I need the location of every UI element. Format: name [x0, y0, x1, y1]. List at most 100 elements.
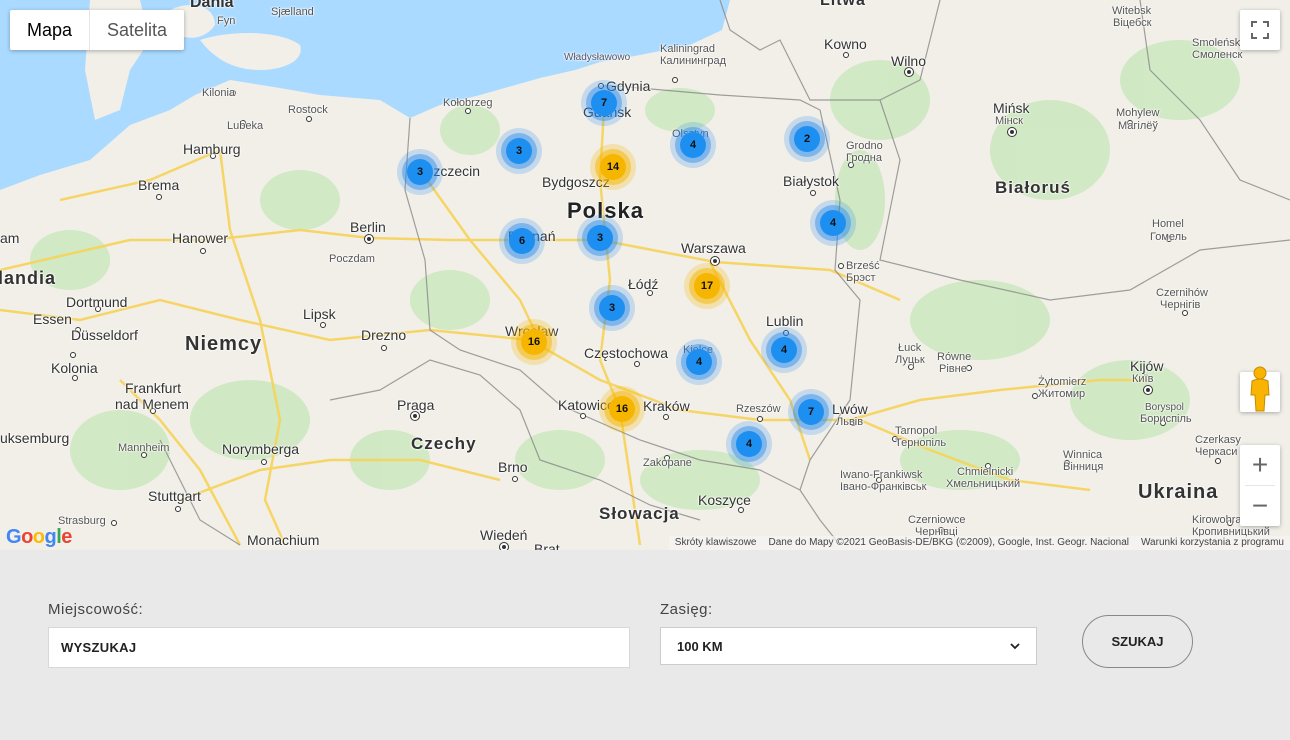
city-dot	[320, 322, 326, 328]
label-am: am	[0, 230, 20, 246]
city-dot	[200, 248, 206, 254]
label-lodz: Łódź	[628, 276, 659, 292]
label-kowno: Kowno	[824, 36, 867, 52]
label-praga: Praga	[397, 397, 435, 413]
zoom-out-button[interactable]: −	[1240, 486, 1280, 526]
label-chmielnicki-cy: Хмельницький	[946, 478, 1021, 490]
map-type-map-button[interactable]: Mapa	[10, 10, 89, 50]
street-view-button[interactable]	[1240, 366, 1280, 412]
label-czerkasy: Czerkasy	[1195, 434, 1241, 446]
label-warszawa: Warszawa	[681, 240, 746, 256]
search-button[interactable]: SZUKAJ	[1082, 615, 1193, 668]
label-grodno-cy: Гродна	[846, 152, 882, 164]
cluster-count: 6	[509, 228, 535, 254]
label-winnica-cy: Вінниця	[1063, 461, 1104, 473]
zoom-in-button[interactable]: +	[1240, 445, 1280, 485]
cluster-count: 4	[680, 132, 706, 158]
cluster-count: 4	[736, 431, 762, 457]
label-stuttgart: Stuttgart	[148, 488, 201, 504]
map-data-text: Dane do Mapy ©2021 GeoBasis-DE/BKG (©200…	[768, 537, 1129, 548]
label-mannheim: Mannheim	[118, 442, 170, 454]
label-czechy: Czechy	[411, 434, 477, 453]
range-select[interactable]: 100 KM	[660, 627, 1037, 665]
cluster-count: 3	[587, 225, 613, 251]
label-rzeszow: Rzeszów	[736, 403, 781, 415]
label-tarnopol-cy: Тернопіль	[895, 437, 947, 449]
chevron-down-icon	[1010, 643, 1020, 650]
label-kolobrzeg: Kołobrzeg	[443, 97, 493, 109]
cluster-count: 16	[609, 396, 635, 422]
label-luck: Łuck	[898, 342, 922, 354]
city-dot	[1215, 458, 1221, 464]
cluster-count: 16	[521, 329, 547, 355]
capital-dot	[1008, 128, 1016, 136]
label-kaliningrad: Kaliningrad	[660, 43, 716, 55]
label-lubeka: Lubeka	[227, 120, 264, 132]
label-dortmund: Dortmund	[66, 294, 128, 310]
label-boryspol: Boryspol	[1145, 402, 1184, 413]
label-rostock: Rostock	[288, 104, 328, 116]
terms-link[interactable]: Warunki korzystania z programu	[1135, 536, 1290, 550]
cluster-count: 4	[771, 337, 797, 363]
label-fyn: Fyn	[217, 15, 236, 27]
label-minsk-cy: Мінск	[995, 115, 1023, 127]
label-winnica: Winnica	[1063, 449, 1103, 461]
city-dot	[757, 416, 763, 422]
capital-dot	[411, 412, 419, 420]
label-bratyslawa: Brat	[534, 541, 560, 550]
label-monachium: Monachium	[247, 532, 320, 548]
label-bialystok: Białystok	[783, 173, 840, 189]
fullscreen-icon	[1251, 21, 1269, 39]
city-dot	[175, 506, 181, 512]
label-norymberga: Norymberga	[222, 441, 300, 457]
zoom-control: + −	[1240, 445, 1280, 526]
label-zytomierz-cy: Житомир	[1038, 388, 1086, 400]
cluster-count: 7	[798, 399, 824, 425]
label-czerniowce: Czerniowce	[908, 514, 966, 526]
map-type-satellite-button[interactable]: Satelita	[90, 10, 184, 50]
label-smolensk: Smoleńsk	[1192, 37, 1241, 49]
label-luck-cy: Луцьк	[895, 354, 925, 366]
label-poczdam: Poczdam	[329, 253, 375, 265]
city-dot	[672, 77, 678, 83]
city-dot	[810, 190, 816, 196]
map-attribution: Skróty klawiszowe Dane do Mapy ©2021 Geo…	[668, 536, 1290, 550]
cluster-count: 7	[591, 90, 617, 116]
location-input[interactable]: WYSZUKAJ	[48, 627, 630, 668]
label-frankfurt-2: nad Menem	[115, 396, 189, 412]
label-dania: Dania	[190, 0, 234, 11]
label-iwano-cy: Івано-Франківськ	[840, 481, 927, 493]
city-dot	[843, 52, 849, 58]
pegman-icon	[1250, 366, 1270, 412]
map-type-control: Mapa Satelita	[10, 10, 185, 50]
label-minsk: Mińsk	[993, 100, 1030, 116]
label-grodno: Grodno	[846, 140, 883, 152]
fullscreen-button[interactable]	[1240, 10, 1280, 50]
city-dot	[111, 520, 117, 526]
city-dot	[70, 352, 76, 358]
label-berlin: Berlin	[350, 219, 386, 235]
label-brema: Brema	[138, 177, 180, 193]
label-kolonia: Kolonia	[51, 360, 98, 376]
label-landia: landia	[0, 268, 57, 288]
label-homel-cy: Гомель	[1150, 231, 1187, 243]
label-zakopane: Zakopane	[643, 457, 692, 469]
city-dot	[306, 116, 312, 122]
city-dot	[512, 476, 518, 482]
label-niemcy: Niemcy	[185, 333, 263, 355]
label-rowne: Równe	[937, 351, 972, 363]
map[interactable]: Dania Fyn Sjælland Litwa Witebsk Віцебск…	[0, 0, 1290, 550]
cluster-count: 3	[599, 295, 625, 321]
label-luksemburg: uksemburg	[0, 430, 70, 446]
city-dot	[838, 263, 844, 269]
label-litwa: Litwa	[820, 0, 866, 9]
label-boryspol-cy: Бориспіль	[1140, 413, 1192, 425]
label-homel: Homel	[1152, 218, 1184, 230]
keyboard-shortcuts-link[interactable]: Skróty klawiszowe	[669, 536, 763, 550]
search-form: Miejscowość: WYSZUKAJ Zasięg: 100 KM SZU…	[0, 550, 1290, 740]
capital-dot	[905, 68, 913, 76]
google-logo: Google	[6, 526, 72, 548]
label-lipsk: Lipsk	[303, 306, 336, 322]
label-mohylew: Mohylew	[1116, 107, 1160, 119]
capital-dot	[500, 543, 508, 550]
